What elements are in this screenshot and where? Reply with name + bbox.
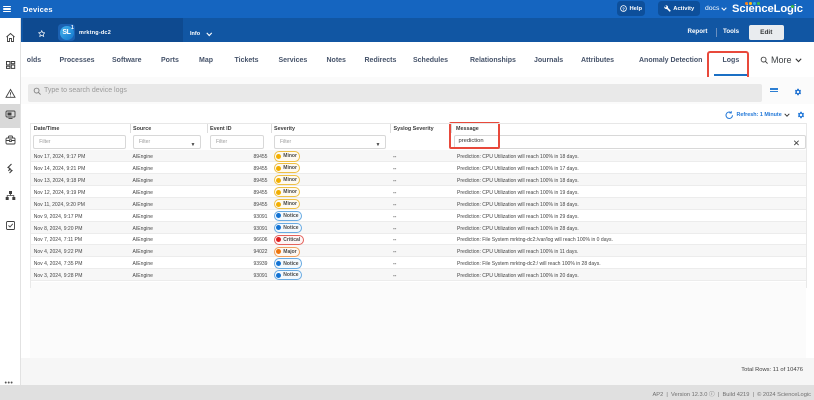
svg-text:?: ?	[622, 6, 625, 11]
